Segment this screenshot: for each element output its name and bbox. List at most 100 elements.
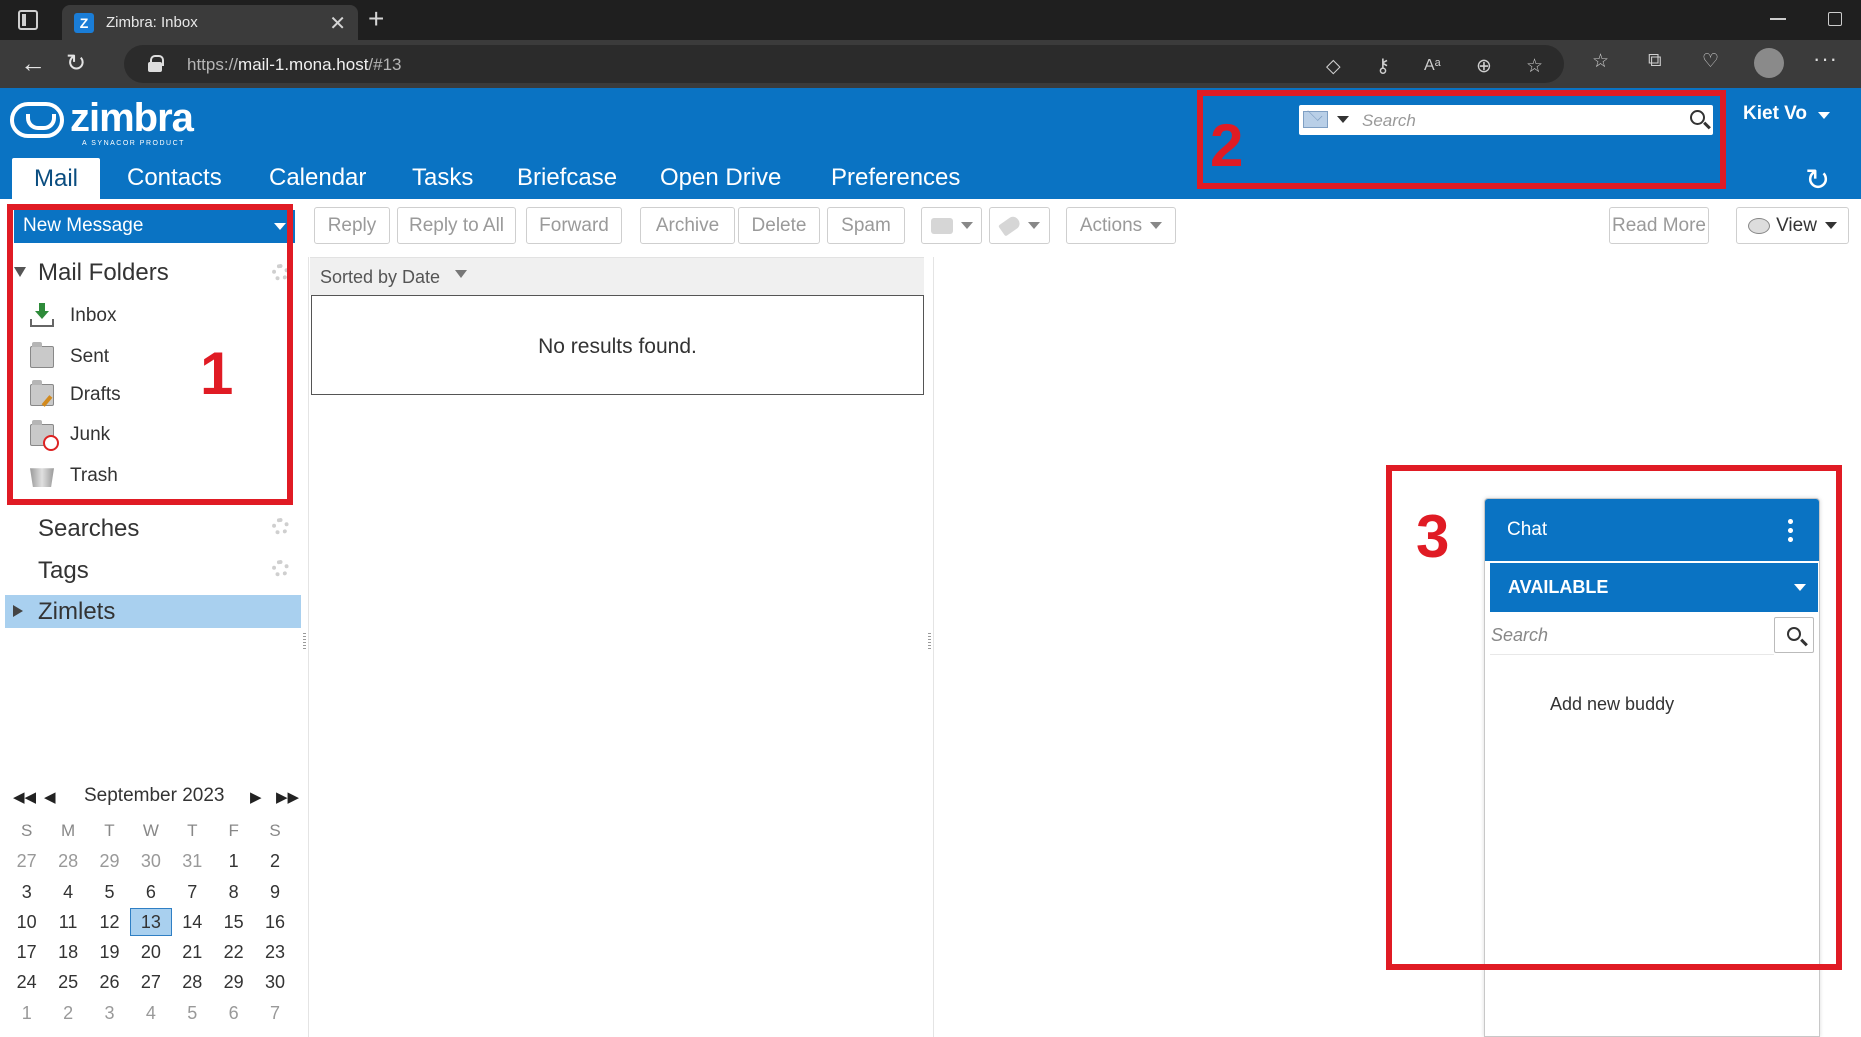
- calendar-day[interactable]: 16: [254, 907, 295, 937]
- calendar-day[interactable]: 29: [89, 846, 130, 876]
- calendar-day[interactable]: 2: [47, 998, 88, 1028]
- refresh-icon[interactable]: ↻: [1805, 163, 1830, 198]
- calendar-day[interactable]: 3: [6, 877, 47, 907]
- tag-button[interactable]: [989, 207, 1050, 244]
- zimlets-heading[interactable]: Zimlets: [5, 595, 301, 628]
- back-arrow-icon[interactable]: ←: [20, 48, 46, 79]
- calendar-day[interactable]: 14: [172, 907, 213, 937]
- calendar-week: 17 18 19 20 21 22 23: [6, 937, 296, 967]
- user-menu[interactable]: Kiet Vo: [1743, 103, 1807, 125]
- calendar-day[interactable]: 30: [130, 846, 171, 876]
- view-button[interactable]: View: [1736, 207, 1849, 244]
- user-menu-caret-icon[interactable]: [1818, 112, 1830, 119]
- reload-icon[interactable]: ↻: [66, 49, 86, 78]
- address-bar[interactable]: https://mail-1.mona.host/#13 ◇ ⚷ Aᵃ ⊕ ☆: [124, 45, 1564, 83]
- tab-mail[interactable]: Mail: [12, 158, 101, 199]
- calendar-day[interactable]: 21: [172, 937, 213, 967]
- actions-button[interactable]: Actions: [1066, 207, 1176, 244]
- minimize-window-icon[interactable]: [1770, 18, 1786, 20]
- browser-essentials-icon[interactable]: ♡: [1702, 50, 1719, 73]
- calendar-day[interactable]: 9: [254, 877, 295, 907]
- password-key-icon[interactable]: ⚷: [1376, 55, 1390, 78]
- calendar-day[interactable]: 4: [130, 998, 171, 1028]
- next-year-icon[interactable]: ▶▶: [276, 788, 299, 806]
- reply-button[interactable]: Reply: [314, 207, 390, 244]
- calendar-day[interactable]: 11: [47, 907, 88, 937]
- favorites-list-icon[interactable]: ☆: [1592, 50, 1609, 73]
- calendar-day[interactable]: 1: [213, 846, 254, 876]
- favorite-star-icon[interactable]: ☆: [1526, 55, 1543, 78]
- calendar-day[interactable]: 19: [89, 937, 130, 967]
- list-resize-handle[interactable]: [928, 633, 931, 651]
- print-button[interactable]: [921, 207, 982, 244]
- tab-actions-icon[interactable]: [18, 10, 38, 30]
- calendar-day[interactable]: 18: [47, 937, 88, 967]
- archive-button[interactable]: Archive: [640, 207, 735, 244]
- browser-tab[interactable]: Z Zimbra: Inbox ✕: [62, 5, 358, 40]
- calendar-day[interactable]: 25: [47, 967, 88, 997]
- calendar-day[interactable]: 31: [172, 846, 213, 876]
- close-tab-icon[interactable]: ✕: [329, 11, 346, 36]
- reply-all-button[interactable]: Reply to All: [397, 207, 516, 244]
- prev-year-icon[interactable]: ◀◀: [13, 788, 36, 806]
- calendar-day[interactable]: 30: [254, 967, 295, 997]
- calendar-day[interactable]: 17: [6, 937, 47, 967]
- weekday-label: S: [269, 821, 281, 840]
- calendar-day[interactable]: 27: [130, 967, 171, 997]
- forward-button[interactable]: Forward: [526, 207, 622, 244]
- next-month-icon[interactable]: ▶: [250, 788, 262, 806]
- calendar-day[interactable]: 8: [213, 877, 254, 907]
- tab-contacts[interactable]: Contacts: [127, 164, 222, 192]
- tab-open-drive[interactable]: Open Drive: [660, 164, 781, 192]
- calendar-day[interactable]: 4: [47, 877, 88, 907]
- delete-button[interactable]: Delete: [738, 207, 820, 244]
- tab-tasks[interactable]: Tasks: [412, 164, 473, 192]
- read-aloud-icon[interactable]: Aᵃ: [1424, 57, 1441, 75]
- tab-preferences[interactable]: Preferences: [831, 164, 960, 192]
- calendar-day[interactable]: 7: [254, 998, 295, 1028]
- calendar-day[interactable]: 29: [213, 967, 254, 997]
- calendar-day[interactable]: 12: [89, 907, 130, 937]
- more-menu-icon[interactable]: ···: [1813, 46, 1838, 72]
- calendar-day[interactable]: 5: [89, 877, 130, 907]
- calendar-day[interactable]: 28: [172, 967, 213, 997]
- calendar-day[interactable]: 10: [6, 907, 47, 937]
- calendar-day[interactable]: 7: [172, 877, 213, 907]
- spam-button[interactable]: Spam: [827, 207, 905, 244]
- tab-calendar[interactable]: Calendar: [269, 164, 366, 192]
- calendar-day[interactable]: 27: [6, 846, 47, 876]
- calendar-day[interactable]: 1: [6, 998, 47, 1028]
- calendar-day-today[interactable]: 13: [130, 907, 172, 936]
- tab-briefcase[interactable]: Briefcase: [517, 164, 617, 192]
- calendar-day[interactable]: 28: [47, 846, 88, 876]
- read-more-button[interactable]: Read More: [1609, 207, 1709, 244]
- app-available-icon[interactable]: ◇: [1326, 55, 1341, 78]
- calendar-month-title[interactable]: September 2023: [84, 785, 225, 807]
- lock-icon[interactable]: [148, 55, 164, 72]
- calendar-day[interactable]: 2: [254, 846, 295, 876]
- searches-gear-icon[interactable]: [272, 518, 289, 535]
- tags-gear-icon[interactable]: [272, 560, 289, 577]
- new-tab-icon[interactable]: +: [368, 3, 384, 35]
- sort-header[interactable]: Sorted by Date: [310, 257, 924, 295]
- prev-month-icon[interactable]: ◀: [44, 788, 56, 806]
- calendar-day[interactable]: 6: [130, 877, 171, 907]
- calendar-day[interactable]: 6: [213, 998, 254, 1028]
- calendar-day[interactable]: 24: [6, 967, 47, 997]
- zoom-icon[interactable]: ⊕: [1476, 55, 1492, 78]
- calendar-day[interactable]: 22: [213, 937, 254, 967]
- calendar-day[interactable]: 5: [172, 998, 213, 1028]
- profile-avatar[interactable]: [1754, 48, 1784, 78]
- sidebar-resize-handle[interactable]: [303, 633, 306, 651]
- sort-filter-icon[interactable]: [455, 270, 467, 278]
- calendar-day[interactable]: 26: [89, 967, 130, 997]
- calendar-day[interactable]: 3: [89, 998, 130, 1028]
- calendar-day[interactable]: 20: [130, 937, 171, 967]
- collections-icon[interactable]: ⧉: [1648, 50, 1662, 72]
- tags-heading[interactable]: Tags: [38, 557, 89, 585]
- calendar-day[interactable]: 23: [254, 937, 295, 967]
- calendar-day[interactable]: 15: [213, 907, 254, 937]
- expand-zimlets-icon[interactable]: [13, 605, 23, 617]
- restore-window-icon[interactable]: [1828, 12, 1842, 26]
- searches-heading[interactable]: Searches: [38, 515, 139, 543]
